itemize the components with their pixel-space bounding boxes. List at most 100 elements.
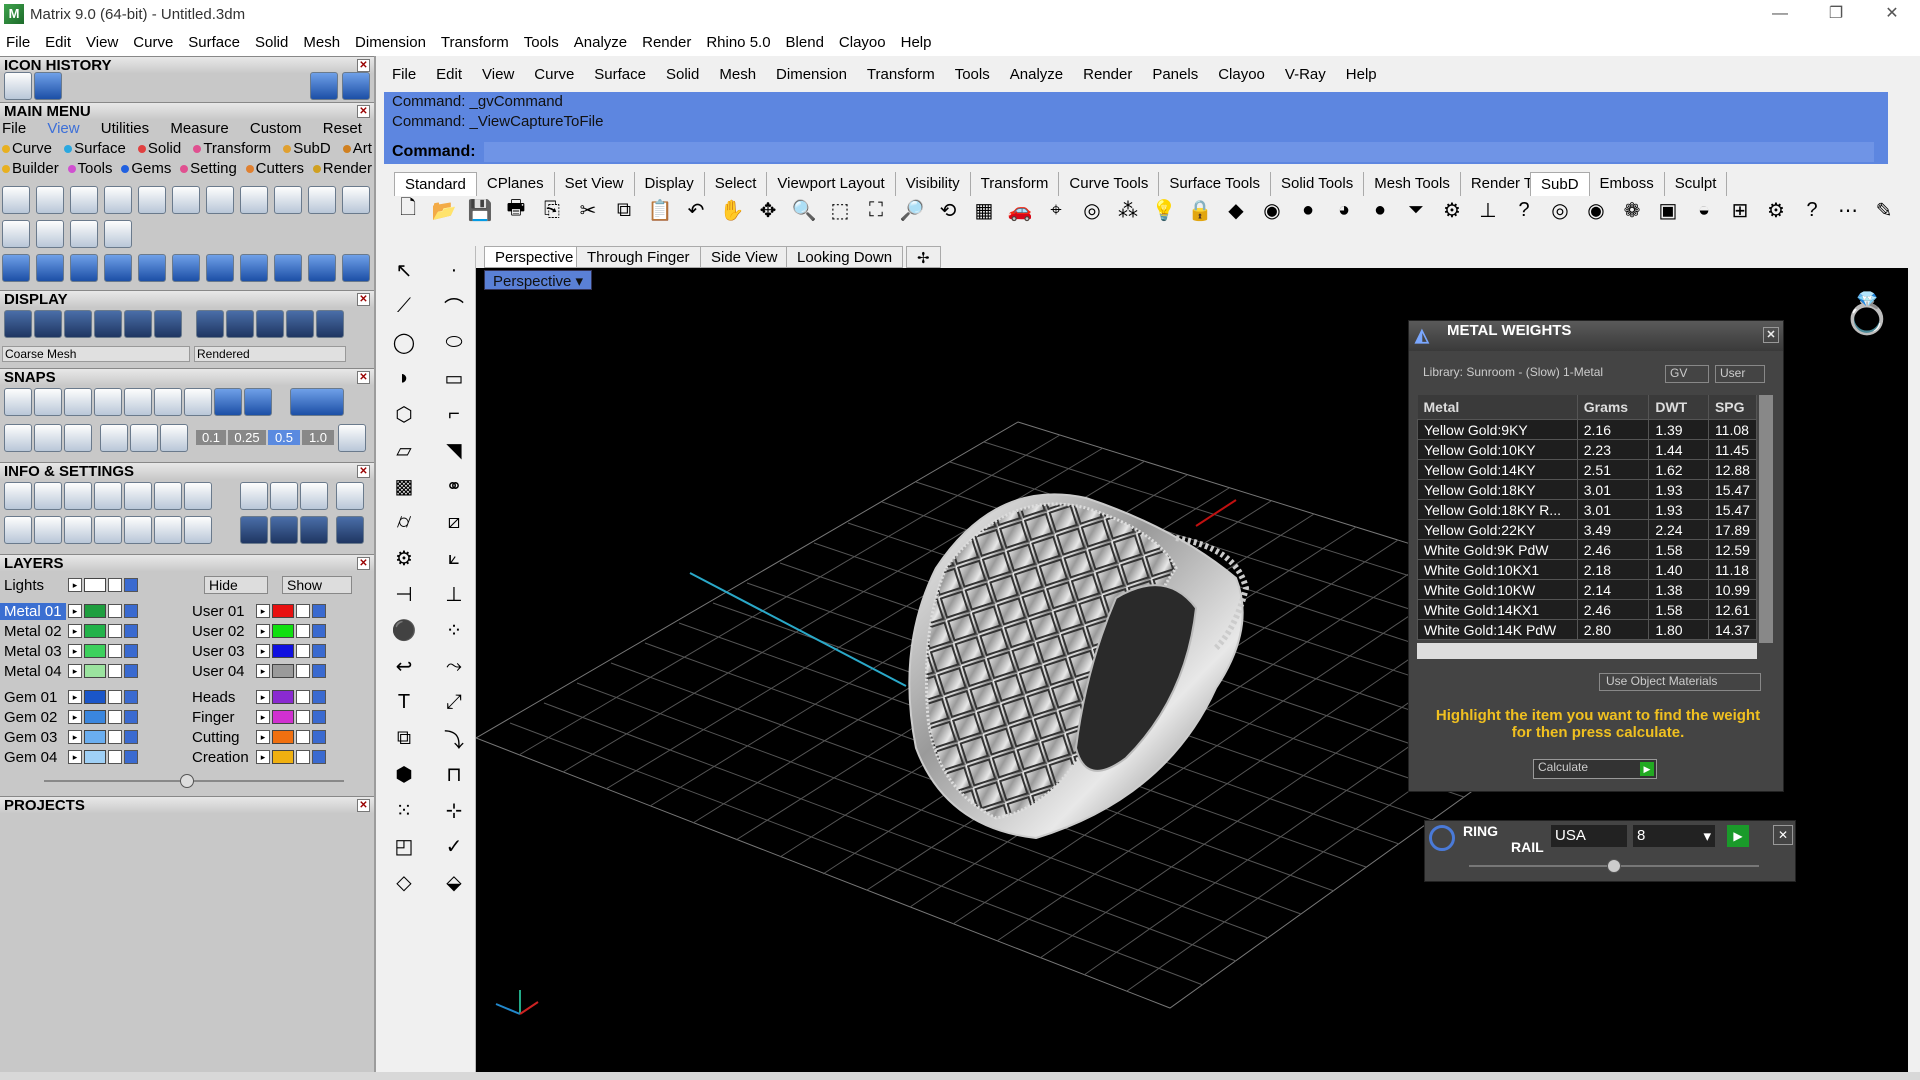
help-icon[interactable]: ? bbox=[1510, 196, 1538, 224]
zoom-window-icon[interactable]: ⬚ bbox=[826, 196, 854, 224]
info-icon-14[interactable] bbox=[64, 516, 92, 544]
menu-mesh[interactable]: Mesh bbox=[303, 34, 340, 51]
hide-button[interactable]: Hide bbox=[204, 576, 268, 594]
expand-icon[interactable]: ▸ bbox=[68, 730, 82, 744]
tab-surface-tools[interactable]: Surface Tools bbox=[1159, 172, 1271, 196]
tab-sculpt[interactable]: Sculpt bbox=[1665, 172, 1728, 196]
transform-icon-4[interactable] bbox=[104, 254, 132, 282]
surface-icon[interactable]: ▱ bbox=[390, 436, 418, 464]
snap-value-3[interactable]: 0.5 bbox=[268, 430, 300, 445]
layer-row[interactable]: User 04 ▸ bbox=[188, 662, 326, 680]
col-spg[interactable]: SPG bbox=[1708, 395, 1758, 420]
layer-icon[interactable]: ◆ bbox=[1222, 196, 1250, 224]
close-icon[interactable]: ✕ bbox=[357, 293, 370, 306]
transform-icon-5[interactable] bbox=[138, 254, 166, 282]
lock-icon[interactable] bbox=[296, 750, 310, 764]
layer-swatch[interactable] bbox=[84, 624, 106, 638]
mm-tab-custom[interactable]: Custom bbox=[250, 120, 302, 137]
layer-row[interactable]: Metal 04 ▸ bbox=[0, 662, 138, 680]
trim-icon[interactable]: ⊥ bbox=[440, 580, 468, 608]
split-icon[interactable]: ⊣ bbox=[390, 580, 418, 608]
analyze-icon[interactable]: ⟀ bbox=[440, 544, 468, 572]
lock-icon[interactable] bbox=[296, 730, 310, 744]
rendered-sphere-icon[interactable]: ◕ bbox=[1330, 196, 1358, 224]
mm-tab-measure[interactable]: Measure bbox=[170, 120, 228, 137]
solid-icon[interactable]: ⬢ bbox=[390, 760, 418, 788]
rmenu-file[interactable]: File bbox=[392, 66, 416, 83]
mm-render[interactable]: Render bbox=[312, 160, 372, 177]
curve-icon[interactable]: ⌒ bbox=[440, 292, 468, 320]
display-icon-10[interactable] bbox=[286, 310, 314, 338]
history-icon-2[interactable] bbox=[34, 72, 62, 100]
info-icon-4[interactable] bbox=[94, 482, 122, 510]
lock-icon[interactable] bbox=[108, 710, 122, 724]
info-icon-22[interactable] bbox=[336, 516, 364, 544]
layer-lights[interactable]: Lights ▸ bbox=[0, 576, 138, 594]
info-icon-21[interactable] bbox=[300, 516, 328, 544]
rmenu-edit[interactable]: Edit bbox=[436, 66, 462, 83]
boolean-icon[interactable]: ⚭ bbox=[440, 472, 468, 500]
expand-icon[interactable]: ▸ bbox=[256, 730, 270, 744]
expand-icon[interactable]: ▸ bbox=[68, 710, 82, 724]
tab-viewport-layout[interactable]: Viewport Layout bbox=[767, 172, 896, 196]
tab-visibility[interactable]: Visibility bbox=[896, 172, 971, 196]
menu-edit[interactable]: Edit bbox=[45, 34, 71, 51]
col-metal[interactable]: Metal bbox=[1417, 395, 1578, 420]
layer-row[interactable]: User 03 ▸ bbox=[188, 642, 326, 660]
visible-icon[interactable] bbox=[124, 750, 138, 764]
subd-icon-1[interactable]: ◎ bbox=[1546, 196, 1574, 224]
snap-value-1[interactable]: 0.1 bbox=[196, 430, 226, 445]
info-icon-1[interactable] bbox=[4, 482, 32, 510]
table-row[interactable]: Yellow Gold:9KY 2.16 1.39 11.08 bbox=[1417, 419, 1758, 440]
tab-curve-tools[interactable]: Curve Tools bbox=[1059, 172, 1160, 196]
rmenu-panels[interactable]: Panels bbox=[1152, 66, 1198, 83]
viewport-tab-through-finger[interactable]: Through Finger bbox=[576, 246, 701, 268]
close-icon[interactable]: ✕ bbox=[357, 59, 370, 72]
lock-icon[interactable] bbox=[108, 604, 122, 618]
visible-icon[interactable] bbox=[124, 604, 138, 618]
menu-analyze[interactable]: Analyze bbox=[574, 34, 627, 51]
fillet-icon[interactable]: ⌐ bbox=[440, 400, 468, 428]
layer-swatch[interactable] bbox=[84, 690, 106, 704]
rmenu-view[interactable]: View bbox=[482, 66, 514, 83]
show-button[interactable]: Show bbox=[282, 576, 352, 594]
transform-icon-6[interactable] bbox=[172, 254, 200, 282]
display-icon-2[interactable] bbox=[34, 310, 62, 338]
snap-icon-2[interactable] bbox=[34, 388, 62, 416]
zoom-selected-icon[interactable]: 🔎 bbox=[898, 196, 926, 224]
visible-icon[interactable] bbox=[124, 710, 138, 724]
move-icon[interactable]: ✥ bbox=[754, 196, 782, 224]
mesh-icon[interactable]: ⧄ bbox=[440, 508, 468, 536]
filter-icon[interactable]: ⏷ bbox=[1402, 196, 1430, 224]
ring-region-dropdown[interactable]: USA bbox=[1551, 825, 1627, 847]
grid-icon-6[interactable] bbox=[160, 424, 188, 452]
sculpt-icon[interactable]: ✎ bbox=[1870, 196, 1898, 224]
expand-icon[interactable]: ▸ bbox=[68, 604, 82, 618]
snap-value-4[interactable]: 1.0 bbox=[302, 430, 334, 445]
view-icon-14[interactable] bbox=[70, 220, 98, 248]
layer-row[interactable]: Gem 04 ▸ bbox=[0, 748, 138, 766]
horizontal-scrollbar[interactable] bbox=[1417, 643, 1757, 659]
lock-icon[interactable] bbox=[296, 644, 310, 658]
visible-icon[interactable] bbox=[312, 710, 326, 724]
grid-icon-2[interactable] bbox=[34, 424, 62, 452]
layer-swatch[interactable] bbox=[84, 710, 106, 724]
info-icon-16[interactable] bbox=[124, 516, 152, 544]
close-icon[interactable]: ✕ bbox=[357, 557, 370, 570]
info-icon-17[interactable] bbox=[154, 516, 182, 544]
table-row[interactable]: Yellow Gold:22KY 3.49 2.24 17.89 bbox=[1417, 519, 1758, 540]
import-icon[interactable]: ⎘ bbox=[538, 196, 566, 224]
view-icon-7[interactable] bbox=[206, 186, 234, 214]
grid-icon-1[interactable] bbox=[4, 424, 32, 452]
print-icon[interactable]: 🖶 bbox=[502, 196, 530, 224]
grid-icon[interactable]: ▦ bbox=[970, 196, 998, 224]
menu-rhino5[interactable]: Rhino 5.0 bbox=[706, 34, 770, 51]
info-icon-18[interactable] bbox=[184, 516, 212, 544]
expand-icon[interactable]: ▸ bbox=[256, 664, 270, 678]
gear-icon[interactable]: ⚙ bbox=[390, 544, 418, 572]
view-icon-12[interactable] bbox=[2, 220, 30, 248]
snap-icon-10[interactable] bbox=[290, 388, 344, 416]
info-icon-7[interactable] bbox=[184, 482, 212, 510]
expand-icon[interactable]: ▸ bbox=[256, 750, 270, 764]
menu-dimension[interactable]: Dimension bbox=[355, 34, 426, 51]
